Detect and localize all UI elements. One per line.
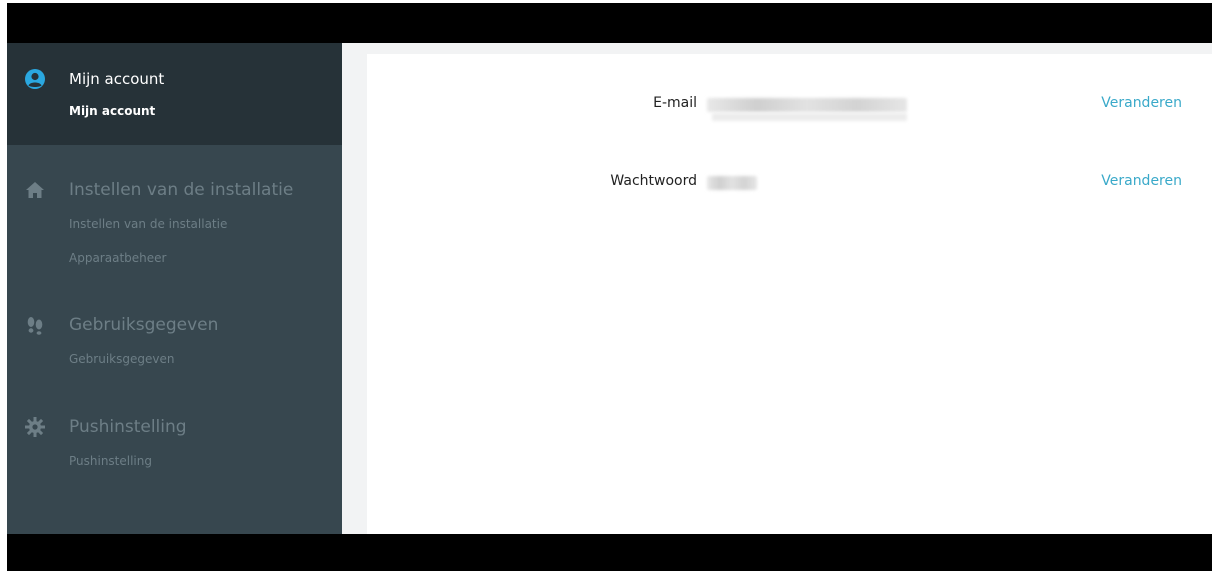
- sidebar-group-installation: Instellen van de installatie Instellen v…: [7, 173, 342, 275]
- sidebar-group-head[interactable]: Mijn account: [7, 62, 342, 96]
- video-frame: Mijn account Mijn account Instellen van …: [7, 3, 1212, 571]
- email-value-redacted-shadow: [712, 113, 907, 121]
- sidebar-group-label: Instellen van de installatie: [69, 180, 294, 200]
- sidebar-group-head[interactable]: Pushinstelling: [7, 410, 342, 444]
- email-row: E-mail Veranderen: [367, 89, 1212, 121]
- app-window: Mijn account Mijn account Instellen van …: [7, 43, 1212, 534]
- sidebar-item-my-account[interactable]: Mijn account: [7, 94, 342, 128]
- sidebar-item-usage-data[interactable]: Gebruiksgegeven: [7, 342, 342, 376]
- sidebar-group-label: Gebruiksgegeven: [69, 315, 219, 335]
- top-letterbox: [7, 3, 1212, 43]
- change-password-link[interactable]: Veranderen: [1101, 173, 1182, 189]
- bottom-letterbox: [7, 534, 1212, 571]
- change-email-link[interactable]: Veranderen: [1101, 95, 1182, 111]
- sidebar-item-device-management[interactable]: Apparaatbeheer: [7, 241, 342, 275]
- sidebar-item-push-setting[interactable]: Pushinstelling: [7, 444, 342, 478]
- footprints-icon: [20, 314, 50, 336]
- home-icon: [20, 179, 50, 201]
- sidebar-group-label: Mijn account: [69, 70, 165, 88]
- password-row: Wachtwoord Veranderen: [367, 167, 1212, 197]
- email-value-redacted: [707, 98, 907, 112]
- sidebar-group-push-setting: Pushinstelling Pushinstelling: [7, 410, 342, 478]
- account-panel: E-mail Veranderen Wachtwoord Veranderen: [367, 54, 1212, 534]
- password-value-redacted: [707, 176, 757, 190]
- user-circle-icon: [20, 68, 50, 90]
- gear-icon: [20, 416, 50, 438]
- sidebar-group-my-account: Mijn account Mijn account: [7, 43, 342, 145]
- sidebar-group-head[interactable]: Instellen van de installatie: [7, 173, 342, 207]
- sidebar-item-installation-setup[interactable]: Instellen van de installatie: [7, 207, 342, 241]
- password-label: Wachtwoord: [610, 173, 697, 189]
- sidebar: Mijn account Mijn account Instellen van …: [7, 43, 342, 534]
- sidebar-group-label: Pushinstelling: [69, 417, 187, 437]
- sidebar-group-head[interactable]: Gebruiksgegeven: [7, 308, 342, 342]
- email-label: E-mail: [653, 95, 697, 111]
- sidebar-group-usage-data: Gebruiksgegeven Gebruiksgegeven: [7, 308, 342, 376]
